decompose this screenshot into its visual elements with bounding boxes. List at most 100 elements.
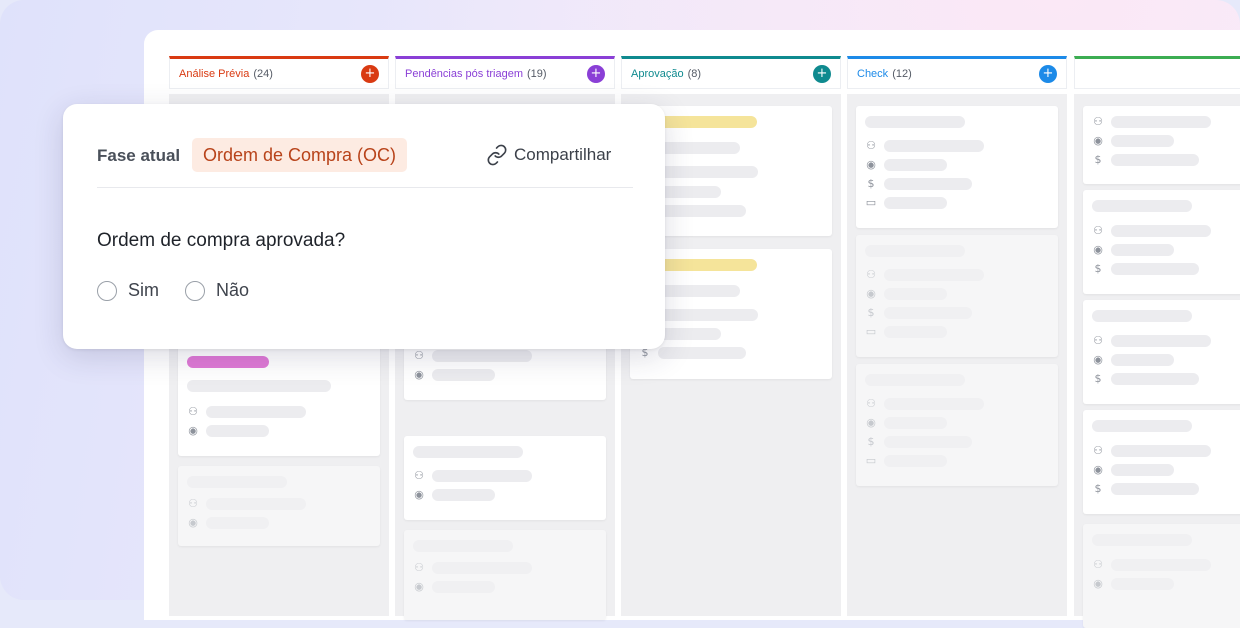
column-body: ⚇ ◉ $ ⚇ ◉ $ ⚇ ◉ $ ⚇ ◉ $ ⚇ ◉ [1074, 94, 1240, 628]
phase-badge: Ordem de Compra (OC) [192, 138, 408, 172]
card[interactable]: ⚇ ◉ [404, 436, 606, 520]
card-field-placeholder [432, 581, 495, 593]
user-icon: ⚇ [866, 397, 876, 410]
column-fifth: ⚇ ◉ $ ⚇ ◉ $ ⚇ ◉ $ ⚇ ◉ $ ⚇ ◉ [1074, 56, 1240, 628]
card-field-placeholder [1111, 154, 1199, 166]
target-icon: ◉ [188, 424, 198, 437]
column-title: Aprovação [631, 67, 684, 80]
column-header: Análise Prévia (24) + [169, 56, 389, 88]
dollar-icon: $ [1094, 372, 1102, 385]
card-field-placeholder [1111, 225, 1211, 237]
dollar-icon: $ [1094, 262, 1102, 275]
column-count: (8) [687, 67, 702, 80]
card[interactable]: ⚇ ◉ $ ▭ [856, 106, 1058, 228]
phase-modal: Fase atual Ordem de Compra (OC) Comparti… [63, 104, 665, 349]
card-field-placeholder [1111, 263, 1199, 275]
plus-icon[interactable]: + [1039, 64, 1057, 83]
radio-option-nao[interactable]: Não [185, 280, 249, 301]
user-icon: ⚇ [1093, 558, 1103, 571]
target-icon: ◉ [1093, 463, 1103, 476]
card-field-placeholder [1111, 116, 1211, 128]
card[interactable]: ⚇ ◉ $ [1083, 410, 1240, 514]
card-field-placeholder [1111, 335, 1211, 347]
card[interactable]: ⚇ ◉ [178, 344, 380, 456]
card-title-placeholder [865, 245, 965, 257]
card-field-placeholder [1111, 445, 1211, 457]
column-header [1074, 56, 1240, 88]
target-icon: ◉ [414, 368, 424, 381]
card[interactable]: ⚇ ◉ [404, 530, 606, 620]
card-title-placeholder [187, 476, 287, 488]
radio-circle[interactable] [185, 280, 205, 301]
column-check: Check (12) + ⚇ ◉ $ ▭ ⚇ ◉ $ ▭ ⚇ ◉ $ ▭ [847, 56, 1067, 616]
column-header: Aprovação (8) + [621, 56, 841, 88]
radio-option-sim[interactable]: Sim [97, 280, 159, 301]
card[interactable]: ⚇ ◉ $ ▭ [856, 364, 1058, 486]
card-field-placeholder [206, 406, 306, 418]
column-count: (12) [892, 67, 912, 80]
card-field-placeholder [1111, 354, 1174, 366]
card-field-placeholder [1111, 483, 1199, 495]
calendar-icon: ▭ [865, 325, 877, 338]
radio-circle[interactable] [97, 280, 117, 301]
share-button[interactable]: Compartilhar [486, 142, 611, 168]
user-icon: ⚇ [414, 469, 424, 482]
link-icon [486, 144, 508, 166]
question-text: Ordem de compra aprovada? [97, 230, 346, 251]
card-field-placeholder [884, 436, 972, 448]
target-icon: ◉ [1093, 243, 1103, 256]
target-icon: ◉ [866, 158, 876, 171]
card-title-placeholder [1092, 420, 1192, 432]
card-field-placeholder [884, 159, 947, 171]
card[interactable]: ⚇ ◉ $ [1083, 190, 1240, 294]
column-title: Análise Prévia [179, 67, 250, 80]
card-field-placeholder [1111, 373, 1199, 385]
dollar-icon: $ [1094, 153, 1102, 166]
column-count: (19) [527, 67, 547, 80]
target-icon: ◉ [414, 580, 424, 593]
card-field-placeholder [206, 517, 269, 529]
card-tag [187, 356, 269, 368]
phase-label: Fase atual [97, 146, 181, 165]
card[interactable]: ⚇ ◉ [178, 466, 380, 546]
calendar-icon: ▭ [865, 454, 877, 467]
card-field-placeholder [658, 347, 746, 359]
target-icon: ◉ [1093, 353, 1103, 366]
column-count: (24) [253, 67, 273, 80]
user-icon: ⚇ [1093, 444, 1103, 457]
card-field-placeholder [432, 470, 532, 482]
card-title-placeholder [1092, 534, 1192, 546]
card-field-placeholder [658, 186, 721, 198]
card-field-placeholder [1111, 135, 1174, 147]
plus-icon[interactable]: + [813, 64, 831, 83]
plus-icon[interactable]: + [361, 64, 379, 83]
card-field-placeholder [658, 309, 758, 321]
user-icon: ⚇ [1093, 115, 1103, 128]
plus-icon[interactable]: + [587, 64, 605, 83]
card-title-placeholder [865, 374, 965, 386]
target-icon: ◉ [1093, 134, 1103, 147]
dollar-icon: $ [867, 177, 875, 190]
card-field-placeholder [658, 205, 746, 217]
card-field-placeholder [658, 166, 758, 178]
card-title-placeholder [187, 380, 331, 392]
card[interactable]: ⚇ ◉ $ [1083, 106, 1240, 184]
card-title-placeholder [1092, 310, 1192, 322]
card-title-placeholder [413, 446, 523, 458]
user-icon: ⚇ [414, 349, 424, 362]
card[interactable]: ⚇ ◉ [1083, 524, 1240, 628]
card-field-placeholder [884, 417, 947, 429]
target-icon: ◉ [188, 516, 198, 529]
card[interactable]: ⚇ ◉ $ [1083, 300, 1240, 404]
card-title-placeholder [658, 142, 740, 154]
card-field-placeholder [884, 269, 984, 281]
card-field-placeholder [884, 307, 972, 319]
column-header: Pendências pós triagem (19) + [395, 56, 615, 88]
card-field-placeholder [884, 178, 972, 190]
divider [97, 187, 633, 188]
card-title-placeholder [865, 116, 965, 128]
card-field-placeholder [884, 326, 947, 338]
target-icon: ◉ [866, 416, 876, 429]
target-icon: ◉ [1093, 577, 1103, 590]
card[interactable]: ⚇ ◉ $ ▭ [856, 235, 1058, 357]
